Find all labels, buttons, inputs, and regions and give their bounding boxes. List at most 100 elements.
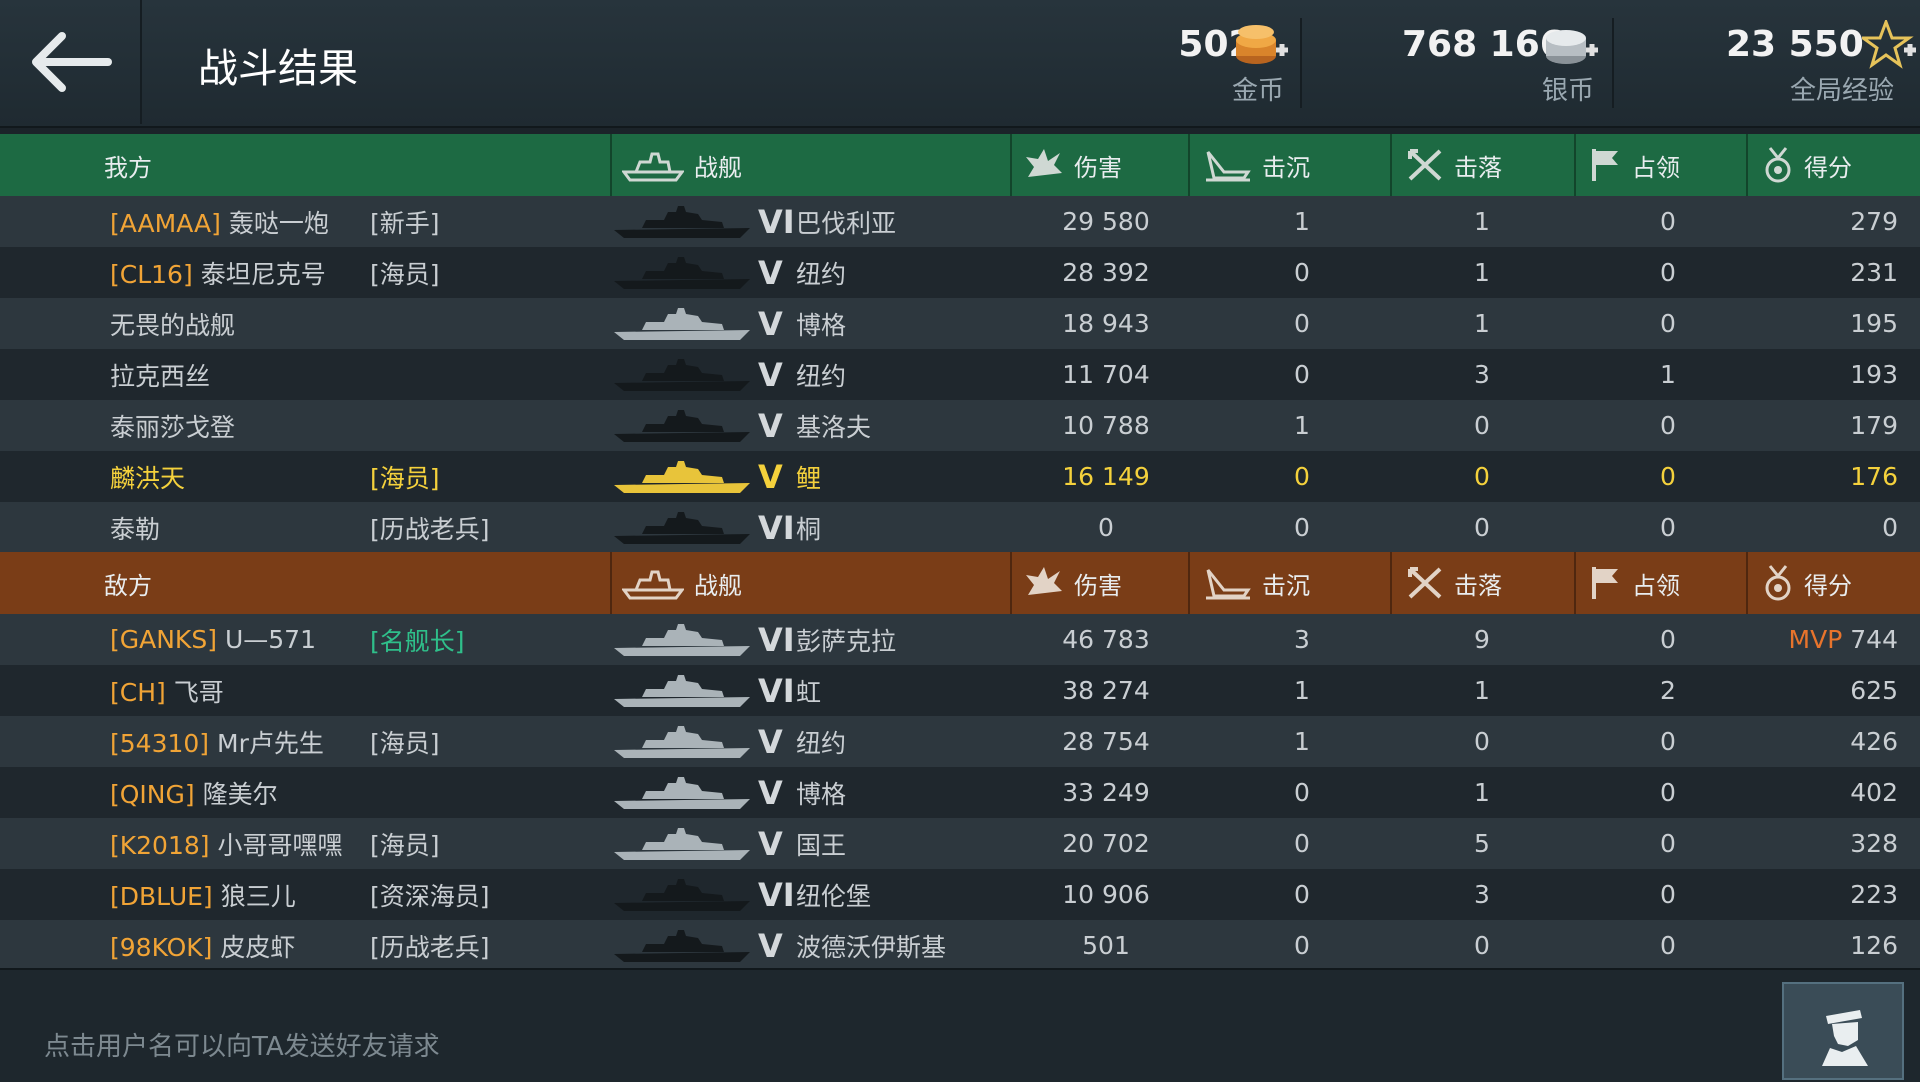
clan-tag: [DBLUE] [110, 881, 213, 911]
flag-icon [1592, 149, 1618, 181]
table-row: 泰丽莎戈登 V 基洛夫 10 788 1 0 0 179 [0, 400, 1920, 451]
back-arrow-icon [32, 32, 112, 92]
table-row: 拉克西丝 V 纽约 11 704 0 3 1 193 [0, 349, 1920, 400]
player-nickname: 皮皮虾 [220, 932, 296, 962]
player-name[interactable]: [QING] 隆美尔 [110, 775, 278, 811]
warship-icon [612, 875, 752, 915]
ship-tier: V [758, 304, 783, 343]
player-name[interactable]: 无畏的战舰 [110, 306, 235, 342]
score-number: 426 [1850, 727, 1898, 756]
clan-tag: [98KOK] [110, 932, 213, 962]
silver-currency: 768 166 银币 [1302, 18, 1614, 108]
damage-value: 0 [1098, 513, 1114, 542]
player-nickname: 泰丽莎戈登 [110, 412, 236, 442]
player-nickname: 飞哥 [173, 677, 224, 707]
player-name[interactable]: [54310] Mr卢先生 [110, 724, 324, 760]
back-button[interactable] [0, 0, 142, 124]
capture-value: 0 [1660, 625, 1676, 654]
player-name[interactable]: [CH] 飞哥 [110, 673, 224, 709]
sunk-value: 1 [1294, 727, 1310, 756]
score-number: 402 [1850, 778, 1898, 807]
damage-value: 20 702 [1062, 829, 1150, 858]
player-name[interactable]: 泰勒 [110, 510, 160, 546]
ship-column-header: 战舰 [612, 552, 1012, 614]
warship-icon [612, 926, 752, 966]
downed-value: 3 [1474, 360, 1490, 389]
table-row: [CH] 飞哥 VI 虹 38 274 1 1 2 625 [0, 665, 1920, 716]
score-value: 402 [1758, 778, 1898, 807]
player-nickname: Mr卢先生 [217, 728, 324, 758]
gold-currency: 502 金币 [1140, 18, 1302, 108]
player-name[interactable]: 麟洪天 [110, 459, 185, 495]
player-rank: [海员] [370, 259, 440, 289]
clan-tag: [QING] [110, 779, 195, 809]
player-nickname: 麟洪天 [110, 463, 186, 493]
capture-value: 0 [1660, 258, 1676, 287]
ship-name: 巴伐利亚 [796, 208, 897, 238]
player-nickname: 隆美尔 [202, 779, 278, 809]
clan-tag: [AAMAA] [110, 208, 221, 238]
downed-value: 0 [1474, 411, 1490, 440]
medal-icon [1765, 147, 1791, 183]
score-number: 0 [1882, 513, 1898, 542]
captain-button[interactable] [1782, 982, 1904, 1080]
player-name[interactable]: [DBLUE] 狼三儿 [110, 877, 296, 913]
sunk-value: 0 [1294, 309, 1310, 338]
capture-column-header: 占领 [1576, 134, 1748, 196]
sinking-ship-icon [1206, 151, 1251, 182]
downed-value: 0 [1474, 462, 1490, 491]
damage-column-header: 伤害 [1012, 552, 1190, 614]
mvp-badge: MVP [1788, 625, 1843, 654]
ship-tier: V [758, 722, 783, 761]
silver-coins-icon [1542, 20, 1602, 76]
player-name[interactable]: [98KOK] 皮皮虾 [110, 928, 295, 964]
sunk-value: 0 [1294, 880, 1310, 909]
capture-value: 0 [1660, 207, 1676, 236]
score-value: 179 [1758, 411, 1898, 440]
downed-column-header: 击落 [1392, 134, 1576, 196]
warship-icon [612, 202, 752, 242]
player-name[interactable]: [K2018] 小哥哥嘿嘿 [110, 826, 343, 862]
damage-value: 16 149 [1062, 462, 1150, 491]
player-name[interactable]: 拉克西丝 [110, 357, 210, 393]
ship-name: 鲤 [796, 463, 822, 493]
downed-value: 1 [1474, 676, 1490, 705]
ship-tier: V [758, 824, 783, 863]
damage-column-label: 伤害 [1074, 571, 1122, 600]
score-column-label: 得分 [1804, 571, 1852, 600]
warship-icon [612, 355, 752, 395]
ship-tier: VI [758, 875, 795, 914]
player-rank: [资深海员] [370, 881, 490, 911]
player-name[interactable]: 泰丽莎戈登 [110, 408, 235, 444]
warship-icon [612, 671, 752, 711]
page-title: 战斗结果 [198, 46, 358, 92]
capture-column-label: 占领 [1632, 571, 1680, 600]
score-value: 193 [1758, 360, 1898, 389]
score-value: MVP 744 [1758, 625, 1898, 654]
sunk-value: 3 [1294, 625, 1310, 654]
score-value: 426 [1758, 727, 1898, 756]
sunk-value: 0 [1294, 360, 1310, 389]
player-nickname: U—571 [224, 625, 316, 654]
downed-value: 0 [1474, 513, 1490, 542]
player-name[interactable]: [CL16] 泰坦尼克号 [110, 255, 326, 291]
score-number: 176 [1850, 462, 1898, 491]
star-icon [1858, 17, 1918, 76]
score-number: 744 [1850, 625, 1898, 654]
ship-name: 博格 [796, 310, 847, 340]
damage-column-header: 伤害 [1012, 134, 1190, 196]
player-name[interactable]: [AAMAA] 轰哒一炮 [110, 204, 329, 240]
silver-amount: 768 166 [1402, 24, 1565, 65]
footer: 点击用户名可以向TA发送好友请求 [0, 968, 1920, 1082]
damage-value: 29 580 [1062, 207, 1150, 236]
gold-label: 金币 [1232, 76, 1285, 106]
player-name[interactable]: [GANKS] U—571 [110, 625, 316, 654]
damage-value: 18 943 [1062, 309, 1150, 338]
warship-icon [622, 152, 684, 182]
capture-value: 0 [1660, 931, 1676, 960]
capture-value: 0 [1660, 778, 1676, 807]
capture-value: 0 [1660, 309, 1676, 338]
capture-value: 0 [1660, 727, 1676, 756]
sinking-ship-icon [1206, 569, 1251, 600]
table-row: [98KOK] 皮皮虾 [历战老兵] V 波德沃伊斯基 501 0 0 0 126 [0, 920, 1920, 971]
